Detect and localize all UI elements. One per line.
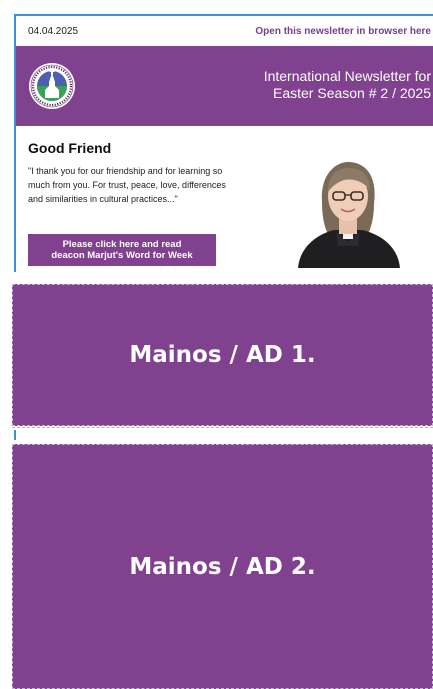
article-heading: Good Friend	[28, 140, 112, 156]
ad-banner-2[interactable]: Mainos / AD 2.	[12, 444, 433, 689]
ad-banner-2-label: Mainos / AD 2.	[129, 553, 316, 580]
article-section: Good Friend "I thank you for our friends…	[16, 126, 433, 274]
deacon-portrait-image	[284, 154, 412, 268]
article-quote: "I thank you for our friendship and for …	[28, 166, 226, 204]
cta-label-line1: Please click here and read	[62, 239, 182, 250]
newsletter-date: 04.04.2025	[28, 25, 79, 37]
read-word-for-week-button[interactable]: Please click here and read deacon Marjut…	[28, 234, 216, 266]
email-frame-edge	[14, 430, 16, 440]
ad-banner-1[interactable]: Mainos / AD 1.	[12, 284, 433, 426]
newsletter-header: International Newsletter for Easter Seas…	[16, 46, 433, 126]
newsletter-email: 04.04.2025 Open this newsletter in brows…	[14, 14, 433, 272]
newsletter-title-line1: International Newsletter for	[263, 68, 431, 84]
open-in-browser-link[interactable]: Open this newsletter in browser here	[255, 26, 431, 37]
cta-label-line2: deacon Marjut's Word for Week	[51, 250, 193, 261]
ad-banner-1-label: Mainos / AD 1.	[129, 342, 316, 368]
newsletter-topbar: 04.04.2025 Open this newsletter in brows…	[16, 16, 433, 46]
newsletter-title-line2: Easter Season # 2 / 2025	[273, 85, 431, 101]
newsletter-title: International Newsletter for Easter Seas…	[264, 68, 431, 102]
newsletter-page: 04.04.2025 Open this newsletter in brows…	[0, 0, 433, 689]
parish-logo-icon	[29, 63, 75, 109]
section-divider	[12, 427, 433, 428]
